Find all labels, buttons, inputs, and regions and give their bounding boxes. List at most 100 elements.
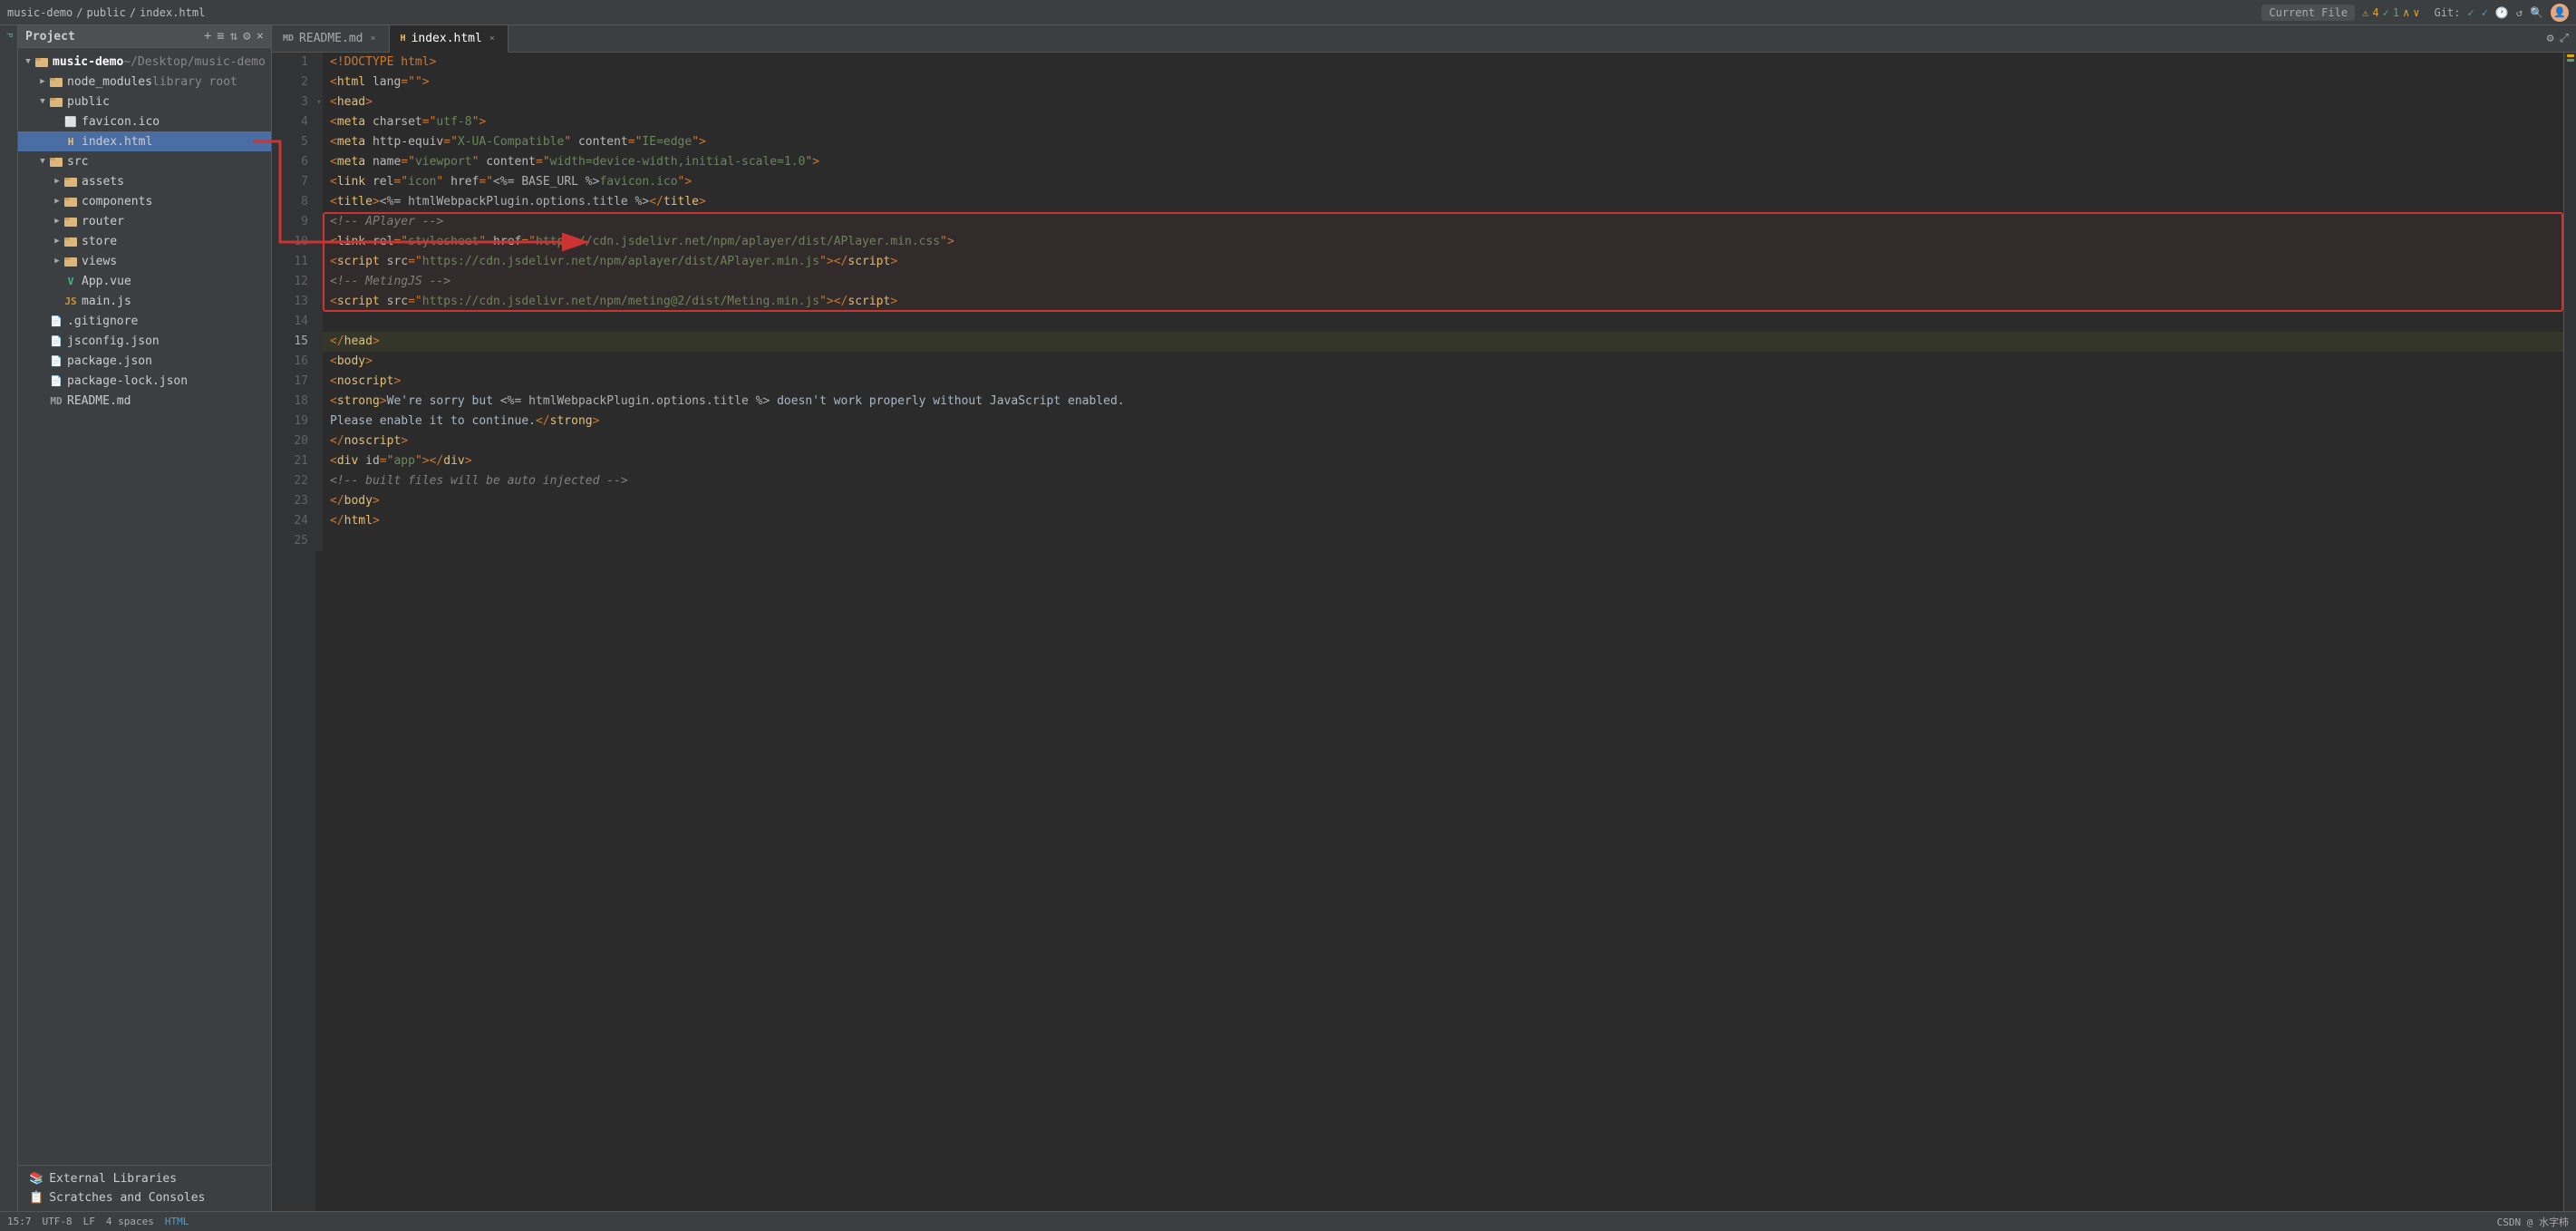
code-text-10[interactable]: <link rel="stylesheet" href="https://cdn… <box>323 232 962 252</box>
line-gutter-25 <box>315 531 323 551</box>
code-text-19[interactable]: Please enable it to continue.</strong> <box>323 412 606 431</box>
top-bar-right: Current File ⚠ 4 ✓ 1 ∧ ∨ Git: ✓ ✓ 🕐 ↺ 🔍 … <box>2261 4 2569 22</box>
tree-item-favicon.ico[interactable]: ⬜favicon.ico <box>18 111 271 131</box>
code-text-23[interactable]: </body> <box>323 491 387 511</box>
list-icon[interactable]: ≡ <box>217 29 224 44</box>
chevron-down-icon[interactable]: ∨ <box>2413 6 2419 19</box>
tree-item-package.json[interactable]: 📄package.json <box>18 351 271 371</box>
tab-bar: MD README.md × H index.html × ⚙ ⤢ <box>272 25 2576 53</box>
settings-icon[interactable]: ⚙ <box>243 29 250 44</box>
code-text-17[interactable]: <noscript> <box>323 372 408 392</box>
tree-item-public[interactable]: ▼public <box>18 92 271 111</box>
tree-arrow-node_modules[interactable]: ▶ <box>36 77 49 86</box>
code-text-6[interactable]: <meta name="viewport" content="width=dev… <box>323 152 827 172</box>
tree-item-router[interactable]: ▶ router <box>18 211 271 231</box>
tree-item-music-demo[interactable]: ▼music-demo ~/Desktop/music-demo <box>18 52 271 72</box>
chevron-up-icon[interactable]: ∧ <box>2403 6 2409 19</box>
tree-item-assets[interactable]: ▶assets <box>18 171 271 191</box>
tree-label-router: router <box>82 215 124 228</box>
line-num-10: 10 <box>279 232 308 252</box>
revert-icon[interactable]: ↺ <box>2516 6 2523 19</box>
code-line-2: <html lang=""> <box>315 73 2563 92</box>
code-text-3[interactable]: <head> <box>323 92 380 112</box>
right-gutter <box>2563 53 2576 1211</box>
tree-label-index.html: index.html <box>82 135 152 149</box>
code-text-9[interactable]: <!-- APlayer --> <box>323 212 450 232</box>
code-text-16[interactable]: <body> <box>323 352 380 372</box>
project-panel-bottom: 📚 External Libraries 📋 Scratches and Con… <box>18 1165 271 1211</box>
code-text-14[interactable] <box>323 312 337 332</box>
tree-item-jsconfig.json[interactable]: 📄jsconfig.json <box>18 331 271 351</box>
sort-icon[interactable]: ⇅ <box>230 29 237 44</box>
tree-item-main.js[interactable]: JSmain.js <box>18 291 271 311</box>
maximize-icon[interactable]: ⤢ <box>2560 32 2569 45</box>
tree-arrow-music-demo[interactable]: ▼ <box>22 57 34 66</box>
code-text-24[interactable]: </html> <box>323 511 387 531</box>
scratches-item[interactable]: 📋 Scratches and Consoles <box>25 1188 264 1207</box>
code-text-13[interactable]: <script src="https://cdn.jsdelivr.net/np… <box>323 292 905 312</box>
fold-icon-3[interactable]: ▾ <box>316 92 321 112</box>
external-libraries-item[interactable]: 📚 External Libraries <box>25 1169 264 1188</box>
tab-index-close[interactable]: × <box>488 33 497 44</box>
tree-icon-views <box>63 254 78 268</box>
code-text-4[interactable]: <meta charset="utf-8"> <box>323 112 493 132</box>
tree-item-README.md[interactable]: MDREADME.md <box>18 391 271 411</box>
code-text-11[interactable]: <script src="https://cdn.jsdelivr.net/np… <box>323 252 905 272</box>
tree-item-src[interactable]: ▼src <box>18 151 271 171</box>
code-text-21[interactable]: <div id="app"></div> <box>323 451 479 471</box>
sidebar-project-icon[interactable]: P <box>3 29 15 41</box>
code-text-5[interactable]: <meta http-equiv="X-UA-Compatible" conte… <box>323 132 713 152</box>
editor-area: MD README.md × H index.html × ⚙ ⤢ 123456… <box>272 25 2576 1211</box>
code-text-1[interactable]: <!DOCTYPE html> <box>323 53 443 73</box>
tree-arrow-router[interactable]: ▶ <box>51 217 63 226</box>
tree-item-components[interactable]: ▶components <box>18 191 271 211</box>
code-text-7[interactable]: <link rel="icon" href="<%= BASE_URL %>fa… <box>323 172 699 192</box>
tree-item-.gitignore[interactable]: 📄.gitignore <box>18 311 271 331</box>
line-numbers: 1234567891011121314151617181920212223242… <box>272 53 315 1211</box>
breadcrumb-part-3[interactable]: index.html <box>140 6 205 19</box>
tree-arrow-views[interactable]: ▶ <box>51 257 63 266</box>
code-text-22[interactable]: <!-- built files will be auto injected -… <box>323 471 635 491</box>
status-line-ending[interactable]: LF <box>83 1216 95 1227</box>
line-gutter-20 <box>315 431 323 451</box>
tab-readme-close[interactable]: × <box>369 33 378 44</box>
close-panel-icon[interactable]: × <box>257 29 264 44</box>
tree-item-index.html[interactable]: Hindex.html <box>18 131 271 151</box>
breadcrumb-part-2[interactable]: public <box>86 6 125 19</box>
tree-item-store[interactable]: ▶store <box>18 231 271 251</box>
tree-arrow-src[interactable]: ▼ <box>36 157 49 166</box>
tree-arrow-public[interactable]: ▼ <box>36 97 49 106</box>
code-text-12[interactable]: <!-- MetingJS --> <box>323 272 458 292</box>
tree-arrow-components[interactable]: ▶ <box>51 197 63 206</box>
tree-item-views[interactable]: ▶views <box>18 251 271 271</box>
history-icon[interactable]: 🕐 <box>2495 6 2509 19</box>
settings-gear-icon[interactable]: ⚙ <box>2547 32 2554 45</box>
tree-item-App.vue[interactable]: VApp.vue <box>18 271 271 291</box>
line-gutter-23 <box>315 491 323 511</box>
status-file-type[interactable]: HTML <box>165 1216 189 1227</box>
search-icon[interactable]: 🔍 <box>2530 6 2543 19</box>
tab-readme[interactable]: MD README.md × <box>272 25 390 52</box>
line-gutter-17 <box>315 372 323 392</box>
code-content[interactable]: <!DOCTYPE html><html lang="">▾ <head> <m… <box>315 53 2563 1211</box>
tree-item-package-lock.json[interactable]: 📄package-lock.json <box>18 371 271 391</box>
code-text-25[interactable] <box>323 531 337 551</box>
code-text-15[interactable]: </head> <box>323 332 387 352</box>
code-text-8[interactable]: <title><%= htmlWebpackPlugin.options.tit… <box>323 192 713 212</box>
status-indent[interactable]: 4 spaces <box>106 1216 154 1227</box>
status-line-col[interactable]: 15:7 <box>7 1216 32 1227</box>
code-text-2[interactable]: <html lang=""> <box>323 73 437 92</box>
add-icon[interactable]: + <box>204 29 211 44</box>
tree-item-node_modules[interactable]: ▶node_modules library root <box>18 72 271 92</box>
tab-index[interactable]: H index.html × <box>390 25 508 53</box>
code-text-20[interactable]: </noscript> <box>323 431 415 451</box>
tree-arrow-store[interactable]: ▶ <box>51 237 63 246</box>
tree-icon-README.md: MD <box>49 393 63 408</box>
current-file-dropdown[interactable]: Current File <box>2261 5 2355 21</box>
code-line-10: <link rel="stylesheet" href="https://cdn… <box>315 232 2563 252</box>
tree-arrow-assets[interactable]: ▶ <box>51 177 63 186</box>
status-encoding[interactable]: UTF-8 <box>43 1216 73 1227</box>
code-text-18[interactable]: <strong>We're sorry but <%= htmlWebpackP… <box>323 392 1132 412</box>
line-num-16: 16 <box>279 352 308 372</box>
breadcrumb-part-1[interactable]: music-demo <box>7 6 73 19</box>
